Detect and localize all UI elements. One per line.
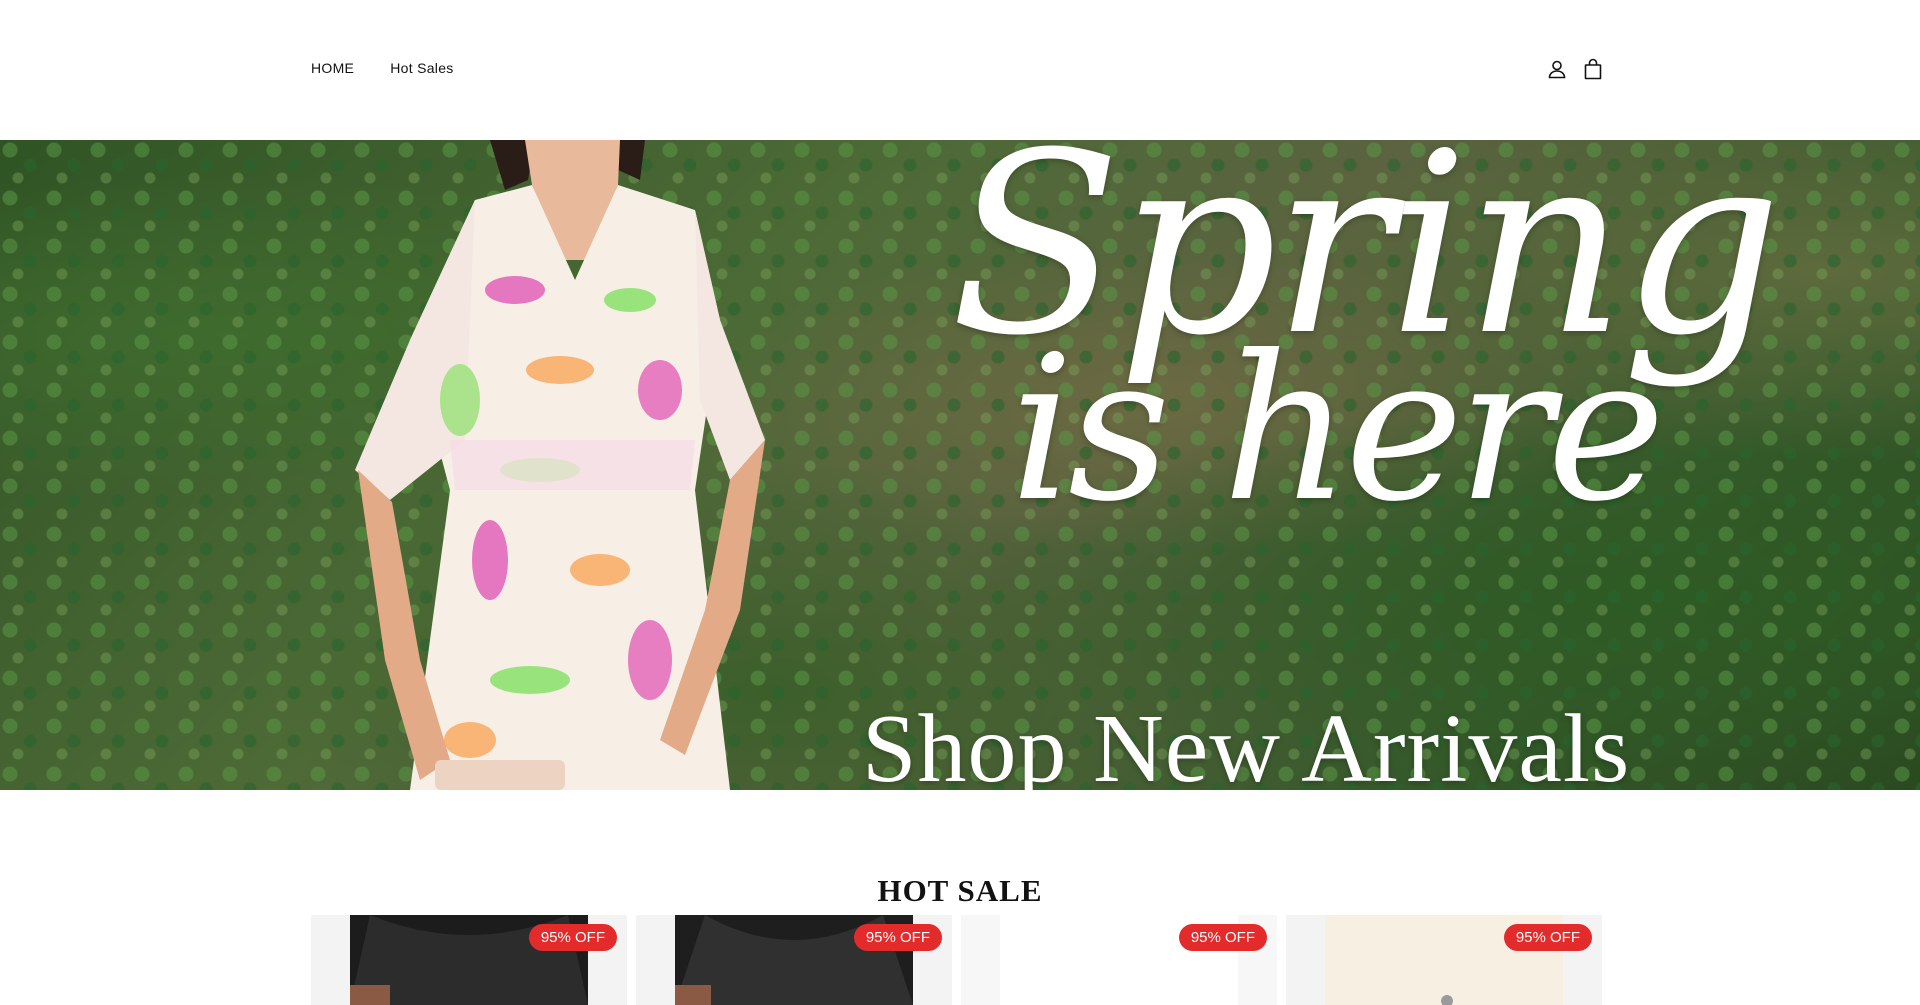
product-grid: 95% OFF 95% OFF 95% OFF 95% OFF — [311, 915, 1602, 1005]
main-nav: HOME Hot Sales — [311, 60, 454, 76]
discount-badge: 95% OFF — [1178, 924, 1267, 951]
hot-sale-heading: HOT SALE — [877, 872, 1043, 908]
product-card[interactable]: 95% OFF — [636, 915, 952, 1005]
discount-badge: 95% OFF — [853, 924, 942, 951]
product-card[interactable]: 95% OFF — [1286, 915, 1602, 1005]
nav-hot-sales-link[interactable]: Hot Sales — [390, 60, 453, 76]
account-icon[interactable] — [1546, 57, 1568, 81]
product-card[interactable]: 95% OFF — [961, 915, 1277, 1005]
site-header: HOME Hot Sales — [0, 0, 1920, 140]
cart-icon[interactable] — [1582, 57, 1604, 81]
header-icons — [1546, 57, 1604, 81]
discount-badge: 95% OFF — [1503, 924, 1592, 951]
dress-model-image — [355, 140, 765, 790]
hero-banner[interactable]: Spring is here Shop New Arrivals — [0, 140, 1920, 790]
nav-home-link[interactable]: HOME — [311, 60, 354, 76]
discount-badge: 95% OFF — [528, 924, 617, 951]
product-card[interactable]: 95% OFF — [311, 915, 627, 1005]
hero-cta-text[interactable]: Shop New Arrivals — [862, 693, 1630, 790]
hero-script-is-here: is here — [1010, 313, 1665, 546]
